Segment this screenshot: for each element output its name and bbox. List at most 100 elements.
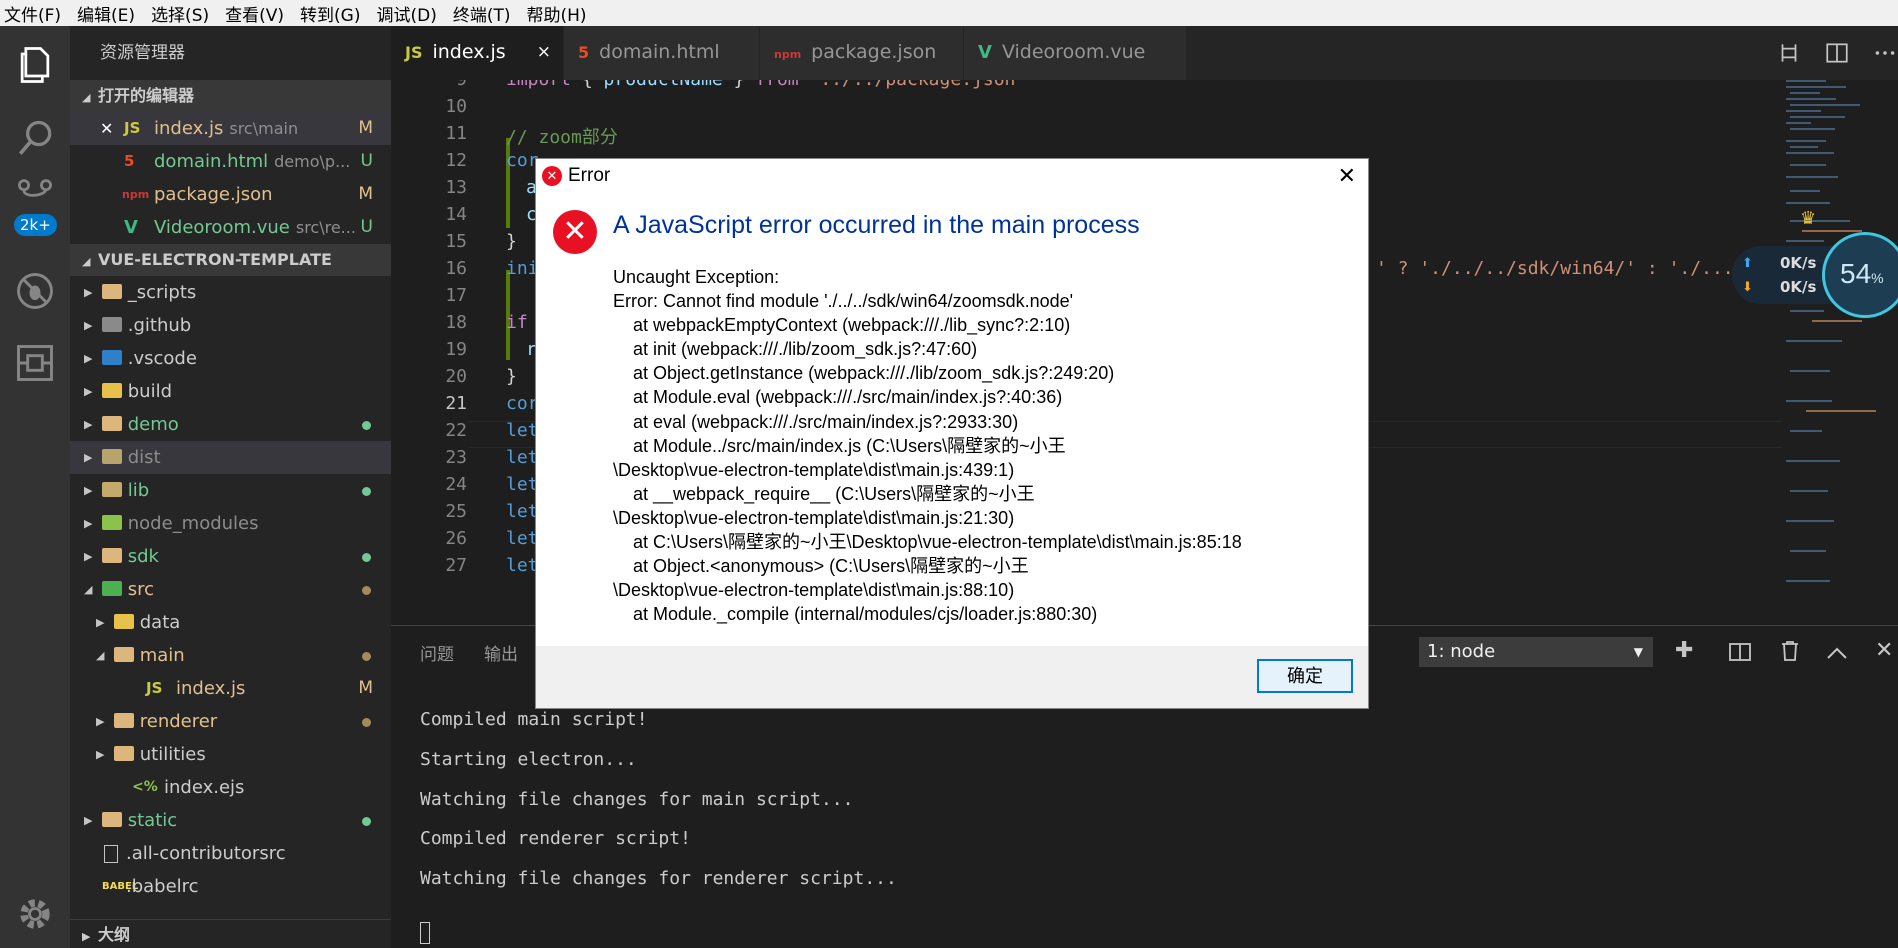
- file-name: package.json: [154, 184, 273, 205]
- activity-bar: 2k+: [0, 26, 70, 948]
- project-header[interactable]: ◢ VUE-ELECTRON-TEMPLATE: [70, 244, 391, 276]
- tab-label: package.json: [811, 41, 937, 63]
- menu-go[interactable]: 转到(G): [292, 1, 368, 26]
- compare-changes-icon[interactable]: [1776, 40, 1802, 66]
- tab-close-icon[interactable]: ×: [537, 26, 551, 78]
- line-number: 20: [445, 366, 467, 387]
- message-line: \Desktop\vue-electron-template\dist\main…: [613, 507, 1015, 528]
- open-editors-header[interactable]: ◢ 打开的编辑器: [70, 80, 391, 112]
- tree-folder[interactable]: ▶ dist: [70, 441, 391, 474]
- tree-folder[interactable]: ▶ _scripts: [70, 276, 391, 309]
- tree-file[interactable]: <% index.ejs: [70, 771, 391, 804]
- split-editor-icon[interactable]: [1824, 40, 1850, 66]
- tree-folder[interactable]: ▶ .github: [70, 309, 391, 342]
- usage-percent-value: 54: [1840, 258, 1872, 289]
- open-editor-item[interactable]: npm package.json M: [70, 178, 391, 211]
- tab-domain-html[interactable]: 5 domain.html: [564, 26, 759, 80]
- extensions-icon[interactable]: [13, 341, 57, 385]
- menu-view[interactable]: 查看(V): [217, 1, 292, 26]
- open-editor-item[interactable]: V Videoroom.vue src\re... U: [70, 211, 391, 244]
- tree-file[interactable]: BABEL .babelrc: [70, 870, 391, 903]
- tree-folder[interactable]: ▶ build: [70, 375, 391, 408]
- outline-header[interactable]: ▶ 大纲: [70, 919, 391, 948]
- code-line: let: [506, 474, 539, 495]
- menu-file[interactable]: 文件(F): [0, 1, 69, 26]
- trash-icon[interactable]: [1780, 640, 1800, 668]
- tree-folder[interactable]: ▶ static: [70, 804, 391, 837]
- folder-icon: [102, 811, 122, 827]
- chevron-right-icon: ▶: [84, 484, 93, 497]
- tree-folder[interactable]: ▶ utilities: [70, 738, 391, 771]
- tree-folder[interactable]: ▶ .vscode: [70, 342, 391, 375]
- tab-index-js[interactable]: JS index.js ×: [391, 26, 563, 80]
- folder-name: main: [139, 645, 185, 666]
- close-icon[interactable]: ✕: [100, 112, 113, 145]
- status-dot: [362, 553, 371, 562]
- file-path: src\main: [229, 119, 299, 138]
- tree-folder[interactable]: ▶ lib: [70, 474, 391, 507]
- tree-folder[interactable]: ▶ demo: [70, 408, 391, 441]
- file-name: .babelrc: [126, 876, 199, 897]
- folder-icon: [102, 415, 122, 431]
- message-line: at __webpack_require__ (C:\Users\隔壁家的~小王: [633, 483, 1035, 504]
- network-speed-widget[interactable]: ♛ ⬆ 0K/s ⬇ 0K/s 54%: [1728, 208, 1898, 332]
- tree-file[interactable]: .all-contributorsrc: [70, 837, 391, 870]
- editor-actions: [1776, 40, 1898, 66]
- lib-folder-icon: [102, 481, 122, 497]
- menu-selection[interactable]: 选择(S): [143, 1, 217, 26]
- menu-terminal[interactable]: 终端(T): [445, 1, 519, 26]
- tab-problems[interactable]: 问题: [420, 640, 454, 665]
- debug-icon[interactable]: [13, 269, 57, 313]
- status-dot: [362, 487, 371, 496]
- file-path: demo\p...: [274, 152, 351, 171]
- tree-folder[interactable]: ▶ renderer: [70, 705, 391, 738]
- menu-help[interactable]: 帮助(H): [519, 1, 595, 26]
- message-line: at eval (webpack:///./src/main/index.js?…: [633, 411, 1019, 432]
- menu-debug[interactable]: 调试(D): [368, 1, 444, 26]
- open-editor-item[interactable]: ✕ JS index.js src\main M: [70, 112, 391, 145]
- js-file-icon: JS: [146, 679, 163, 697]
- close-panel-icon[interactable]: ✕: [1875, 638, 1893, 663]
- tree-file[interactable]: JS index.js M: [70, 672, 391, 705]
- terminal-select[interactable]: 1: node ▼: [1419, 637, 1653, 667]
- settings-gear-icon[interactable]: [13, 892, 57, 936]
- search-icon[interactable]: [13, 117, 57, 161]
- code-line: if: [506, 312, 528, 333]
- line-number: 24: [445, 474, 467, 495]
- maximize-panel-icon[interactable]: [1826, 642, 1848, 667]
- tab-package-json[interactable]: npm package.json: [760, 26, 963, 80]
- js-file-icon: JS: [405, 43, 423, 62]
- tree-folder[interactable]: ▶ sdk: [70, 540, 391, 573]
- tree-folder[interactable]: ▶ node_modules: [70, 507, 391, 540]
- folder-name: renderer: [139, 711, 218, 732]
- chevron-right-icon: ▶: [84, 418, 93, 431]
- ok-button[interactable]: 确定: [1257, 659, 1353, 693]
- tree-folder[interactable]: ◢ main: [70, 639, 391, 672]
- tab-videoroom-vue[interactable]: V Videoroom.vue: [964, 26, 1186, 80]
- file-name: index.ejs: [164, 777, 245, 798]
- dialog-close-icon[interactable]: ✕: [1338, 159, 1356, 193]
- dialog-title: Error: [568, 165, 611, 186]
- line-number: 19: [445, 339, 467, 360]
- menu-edit[interactable]: 编辑(E): [69, 1, 143, 26]
- folder-name: node_modules: [127, 513, 259, 534]
- status-dot: [362, 586, 371, 595]
- tab-output[interactable]: 输出: [484, 640, 518, 665]
- line-number: 26: [445, 528, 467, 549]
- chevron-right-icon: ▶: [84, 814, 93, 827]
- new-terminal-icon[interactable]: ✚: [1675, 638, 1693, 663]
- build-folder-icon: [102, 382, 122, 398]
- explorer-icon[interactable]: [13, 43, 57, 87]
- download-speed: 0K/s: [1780, 278, 1817, 296]
- code-line: ini: [506, 258, 539, 279]
- status-dot: [362, 718, 371, 727]
- split-terminal-icon[interactable]: [1729, 642, 1751, 668]
- tree-folder[interactable]: ◢ src: [70, 573, 391, 606]
- open-editor-item[interactable]: 5 domain.html demo\p... U: [70, 145, 391, 178]
- more-actions-icon[interactable]: [1872, 40, 1898, 66]
- minimap[interactable]: [1782, 80, 1898, 625]
- code-token: import: [506, 80, 571, 90]
- chevron-right-icon: ▶: [82, 930, 91, 943]
- tree-folder[interactable]: ▶ data: [70, 606, 391, 639]
- code-token: from: [755, 80, 798, 90]
